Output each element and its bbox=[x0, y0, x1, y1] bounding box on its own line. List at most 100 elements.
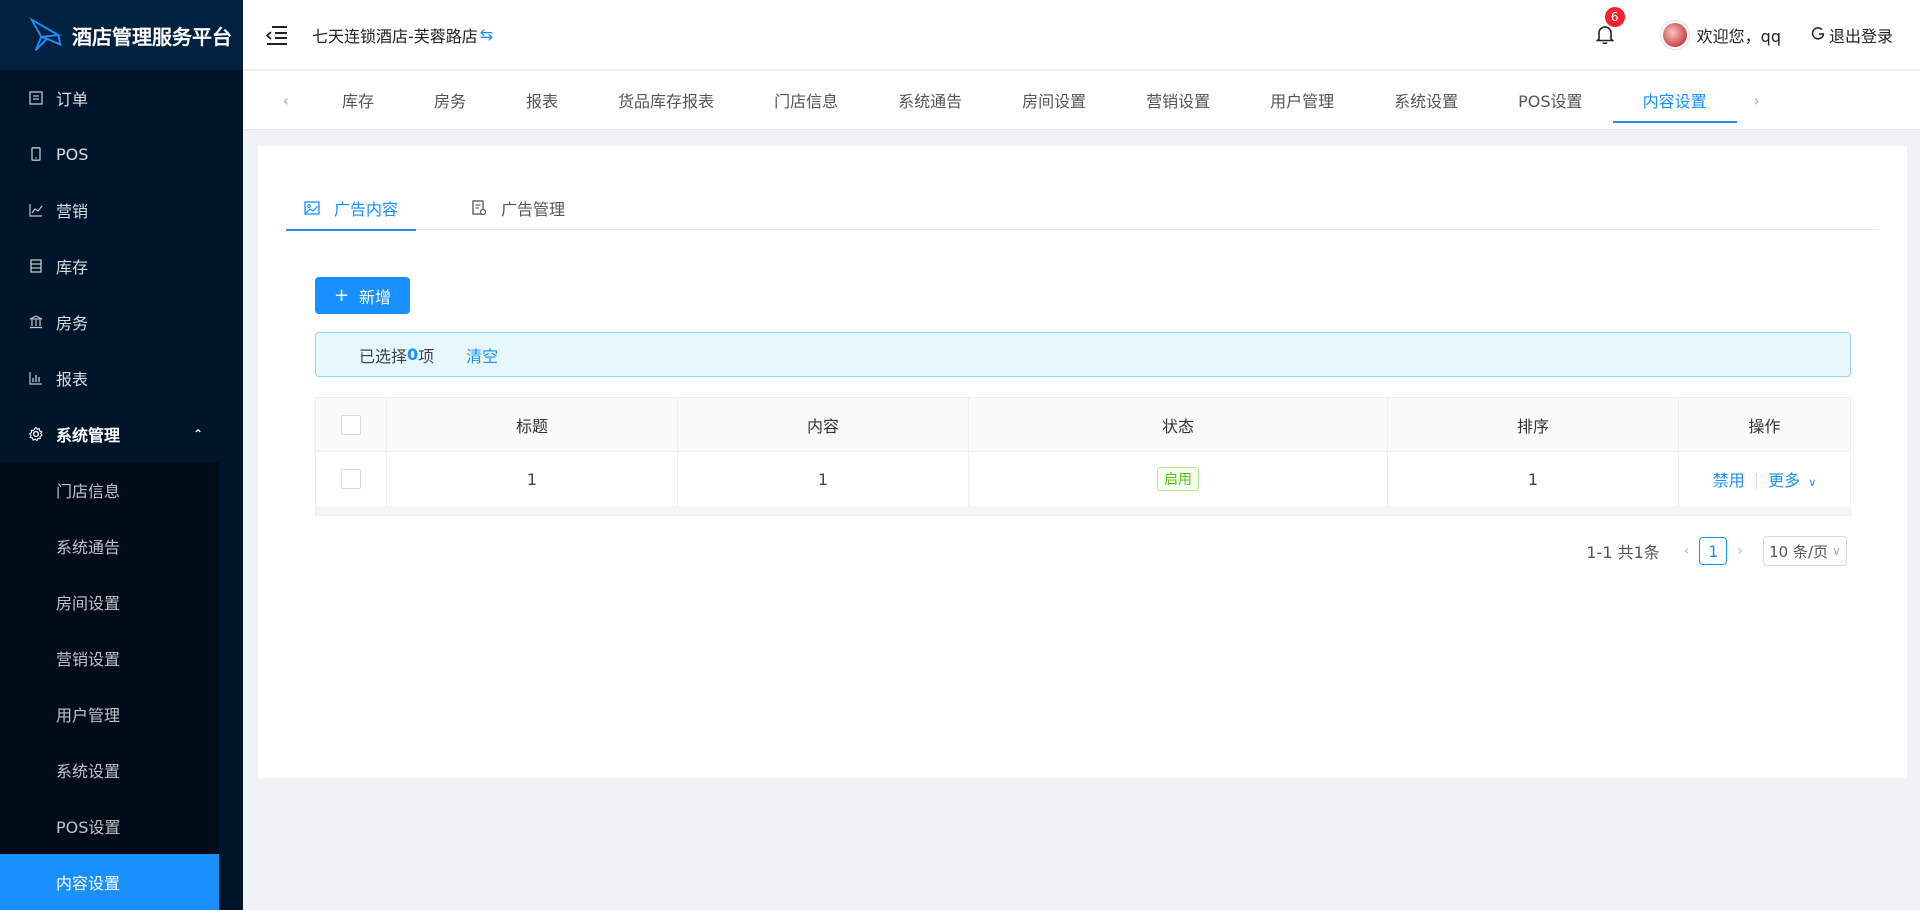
header: 七天连锁酒店-芙蓉路店 ⇆ 6 欢迎您，qq 退出登录 bbox=[243, 0, 1920, 70]
add-button[interactable]: + 新增 bbox=[315, 277, 410, 314]
sidebar-item-marketing[interactable]: 营销 bbox=[0, 182, 243, 238]
logo[interactable]: 酒店管理服务平台 bbox=[0, 0, 243, 70]
header-checkbox-cell bbox=[316, 398, 387, 451]
sidebar-subitem-label: 营销设置 bbox=[56, 650, 121, 669]
sidebar-group-label: 系统管理 bbox=[56, 426, 121, 445]
sidebar-subitem-store-info[interactable]: 门店信息 bbox=[0, 462, 219, 518]
column-header-status: 状态 bbox=[969, 398, 1388, 451]
logout-button[interactable]: 退出登录 bbox=[1811, 23, 1893, 47]
bank-icon bbox=[28, 314, 44, 330]
sidebar-group-system[interactable]: 系统管理 ⌃ bbox=[0, 406, 243, 462]
tab-7[interactable]: 营销设置 bbox=[1116, 71, 1240, 130]
sidebar-submenu: 门店信息 系统通告 房间设置 营销设置 用户管理 系统设置 POS设置 内容设置 bbox=[0, 462, 219, 910]
tab-ad-management[interactable]: 广告管理 bbox=[471, 186, 565, 230]
sidebar-item-reports[interactable]: 报表 bbox=[0, 350, 243, 406]
tab-4[interactable]: 门店信息 bbox=[744, 71, 868, 130]
sidebar-subitem-label: 系统设置 bbox=[56, 762, 121, 781]
page-tabbar: ‹ 库存 房务 报表 货品库存报表 门店信息 系统通告 房间设置 营销设置 用户管理 系统设置 PO… bbox=[243, 71, 1920, 130]
table-row: 1 1 启用 1 禁用 | 更多 ∨ bbox=[316, 452, 1850, 506]
sidebar-item-label: POS bbox=[56, 144, 89, 164]
tab-scroll-left-icon[interactable]: ‹ bbox=[266, 71, 306, 130]
sidebar-subitem-room-settings[interactable]: 房间设置 bbox=[0, 574, 219, 630]
sidebar-item-inventory[interactable]: 库存 bbox=[0, 238, 243, 294]
tab-2[interactable]: 报表 bbox=[496, 71, 588, 130]
sidebar-subitem-system-settings[interactable]: 系统设置 bbox=[0, 742, 219, 798]
next-page-icon[interactable]: › bbox=[1737, 543, 1743, 559]
sidebar-item-label: 营销 bbox=[56, 202, 89, 221]
sidebar-subitem-user-management[interactable]: 用户管理 bbox=[0, 686, 219, 742]
sidebar-item-pos[interactable]: POS bbox=[0, 126, 243, 182]
sidebar-item-orders[interactable]: 订单 bbox=[0, 70, 243, 126]
content-panel: 广告内容 广告管理 + 新增 已选择 0 项 清空 标题 内容 状态 排序 操作… bbox=[258, 146, 1907, 778]
column-header-content: 内容 bbox=[678, 398, 969, 451]
select-all-checkbox[interactable] bbox=[341, 414, 361, 435]
bell-icon bbox=[1595, 25, 1614, 44]
column-header-title: 标题 bbox=[387, 398, 678, 451]
selection-prefix: 已选择 bbox=[359, 346, 408, 366]
sidebar-item-label: 库存 bbox=[56, 258, 89, 277]
tab-1[interactable]: 房务 bbox=[404, 71, 496, 130]
order-icon bbox=[28, 90, 44, 106]
cell-title: 1 bbox=[387, 452, 678, 506]
avatar[interactable] bbox=[1660, 20, 1689, 49]
gear-icon bbox=[28, 426, 44, 442]
welcome-user[interactable]: 欢迎您，qq bbox=[1697, 23, 1781, 47]
sidebar-subitem-marketing-settings[interactable]: 营销设置 bbox=[0, 630, 219, 686]
hotel-name: 七天连锁酒店-芙蓉路店 bbox=[312, 26, 478, 46]
add-button-label: 新增 bbox=[359, 287, 392, 307]
cell-status: 启用 bbox=[969, 452, 1388, 506]
tab-3[interactable]: 货品库存报表 bbox=[588, 71, 744, 130]
tab-6[interactable]: 房间设置 bbox=[992, 71, 1116, 130]
swap-icon[interactable]: ⇆ bbox=[480, 25, 493, 44]
prev-page-icon[interactable]: ‹ bbox=[1684, 543, 1690, 559]
notification-bell[interactable]: 6 bbox=[1593, 6, 1625, 47]
sidebar-subitem-label: 用户管理 bbox=[56, 706, 121, 725]
cell-actions: 禁用 | 更多 ∨ bbox=[1679, 452, 1850, 506]
page-size-select[interactable]: 10 条/页 ∨ bbox=[1763, 536, 1847, 566]
bar-chart-icon bbox=[28, 370, 44, 386]
tab-ad-content[interactable]: 广告内容 bbox=[286, 186, 417, 231]
sidebar-subitem-label: 内容设置 bbox=[56, 874, 121, 893]
logout-label: 退出登录 bbox=[1828, 26, 1893, 46]
more-dropdown[interactable]: 更多 ∨ bbox=[1768, 467, 1816, 491]
cell-content: 1 bbox=[678, 452, 969, 506]
sidebar-subitem-label: 房间设置 bbox=[56, 594, 121, 613]
table-scrollbar[interactable] bbox=[316, 506, 1850, 515]
selection-suffix: 项 bbox=[418, 346, 435, 366]
sidebar-item-housekeeping[interactable]: 房务 bbox=[0, 294, 243, 350]
inner-tab-label: 广告内容 bbox=[334, 200, 399, 219]
sidebar-item-label: 报表 bbox=[56, 370, 89, 389]
page-number[interactable]: 1 bbox=[1699, 537, 1728, 565]
selection-count: 0 bbox=[407, 345, 419, 364]
row-checkbox[interactable] bbox=[341, 469, 361, 489]
tab-9[interactable]: 系统设置 bbox=[1364, 71, 1488, 130]
sidebar-subitem-content-settings[interactable]: 内容设置 bbox=[0, 854, 219, 910]
tab-11[interactable]: 内容设置 bbox=[1612, 71, 1737, 130]
tab-5[interactable]: 系统通告 bbox=[868, 71, 992, 130]
tab-0[interactable]: 库存 bbox=[306, 71, 404, 130]
sidebar-subitem-pos-settings[interactable]: POS设置 bbox=[0, 798, 219, 854]
sidebar-subitem-label: 系统通告 bbox=[56, 538, 121, 557]
tab-10[interactable]: POS设置 bbox=[1488, 71, 1612, 130]
sidebar-subitem-label: POS设置 bbox=[56, 818, 121, 837]
page-tabs: 库存 房务 报表 货品库存报表 门店信息 系统通告 房间设置 营销设置 用户管理 系统设置 POS设… bbox=[306, 71, 1737, 130]
chevron-down-icon: ∨ bbox=[1808, 476, 1817, 489]
menu-fold-icon[interactable] bbox=[265, 23, 289, 47]
pagination: 1-1 共1条 ‹ 1 › 10 条/页 ∨ bbox=[1586, 536, 1847, 566]
tab-scroll-right-icon[interactable]: › bbox=[1737, 71, 1777, 130]
sidebar: 酒店管理服务平台 订单 POS 营销 库存 房务 报表 系统管理 ⌃ 门店信息 … bbox=[0, 0, 243, 910]
sidebar-subitem-announcements[interactable]: 系统通告 bbox=[0, 518, 219, 574]
app-title: 酒店管理服务平台 bbox=[72, 24, 232, 49]
clear-selection-link[interactable]: 清空 bbox=[466, 343, 498, 367]
ad-manage-icon bbox=[471, 200, 487, 216]
notification-badge: 6 bbox=[1604, 6, 1625, 27]
tab-8[interactable]: 用户管理 bbox=[1240, 71, 1364, 130]
cell-sort: 1 bbox=[1388, 452, 1679, 506]
column-header-sort: 排序 bbox=[1388, 398, 1679, 451]
row-checkbox-cell bbox=[316, 452, 387, 506]
pagination-total: 1-1 共1条 bbox=[1586, 543, 1660, 562]
chevron-up-icon: ⌃ bbox=[192, 427, 203, 441]
chevron-down-icon: ∨ bbox=[1832, 544, 1841, 558]
disable-link[interactable]: 禁用 bbox=[1713, 467, 1745, 491]
picture-icon bbox=[304, 201, 320, 215]
